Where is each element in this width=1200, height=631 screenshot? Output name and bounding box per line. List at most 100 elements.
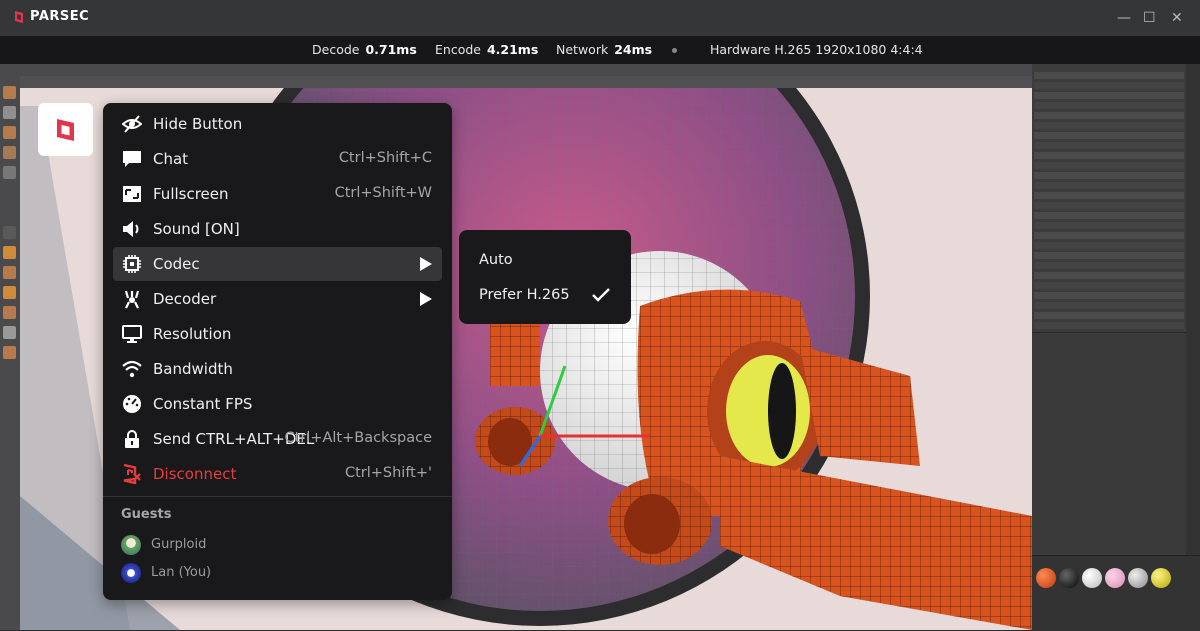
tool-button[interactable] (3, 266, 16, 279)
object-row[interactable] (1034, 102, 1184, 109)
object-row[interactable] (1034, 232, 1184, 239)
material-swatch[interactable] (1105, 568, 1125, 588)
minimize-button[interactable]: — (1117, 10, 1131, 26)
material-swatch[interactable] (1082, 568, 1102, 588)
tool-button[interactable] (3, 346, 16, 359)
close-button[interactable]: ✕ (1171, 10, 1183, 26)
codec-option-label: Prefer H.265 (479, 287, 570, 303)
menu-item-label: Constant FPS (153, 395, 253, 413)
monitor-icon (122, 325, 142, 343)
object-row[interactable] (1034, 112, 1184, 119)
stat-separator-dot (672, 48, 677, 53)
object-row[interactable] (1034, 82, 1184, 89)
avatar (121, 563, 141, 583)
material-swatch[interactable] (1128, 568, 1148, 588)
menu-item-hide-button[interactable]: Hide Button (113, 107, 442, 141)
tool-button[interactable] (3, 306, 16, 319)
object-row[interactable] (1034, 192, 1184, 199)
menu-item-shortcut: Ctrl+Shift+' (344, 465, 432, 481)
object-row[interactable] (1034, 132, 1184, 139)
guest-name: Gurploid (151, 537, 207, 552)
maximize-button[interactable]: ☐ (1143, 10, 1156, 26)
menu-item-shortcut: Ctrl+Alt+Backspace (284, 430, 432, 446)
codec-option-auto[interactable]: Auto (459, 244, 631, 278)
object-row[interactable] (1034, 122, 1184, 129)
tool-button[interactable] (3, 326, 16, 339)
menu-item-constant-fps[interactable]: Constant FPS (113, 387, 442, 421)
menu-item-label: Hide Button (153, 115, 243, 133)
wifi-icon (122, 360, 142, 378)
object-row[interactable] (1034, 182, 1184, 189)
tool-button[interactable] (3, 286, 16, 299)
object-row[interactable] (1034, 72, 1184, 79)
stat-hardware: Hardware H.265 1920x1080 4:4:4 (710, 42, 923, 57)
stat-network: Network 24ms (556, 42, 653, 57)
object-row[interactable] (1034, 252, 1184, 259)
codec-option-label: Auto (479, 252, 513, 268)
menu-item-label: Chat (153, 150, 189, 168)
fullscreen-icon (123, 186, 141, 202)
tool-palette (0, 76, 20, 630)
object-row[interactable] (1034, 302, 1184, 309)
tool-button[interactable] (3, 166, 16, 179)
material-swatch[interactable] (1059, 568, 1079, 588)
menu-item-label: Disconnect (153, 465, 237, 483)
tool-button[interactable] (3, 146, 16, 159)
object-row[interactable] (1034, 322, 1184, 329)
decoder-icon (124, 290, 140, 309)
object-row[interactable] (1034, 262, 1184, 269)
viewport-menu-bar (20, 76, 1032, 88)
menu-item-codec[interactable]: Codec (113, 247, 442, 281)
submenu-arrow-icon (420, 257, 432, 271)
menu-item-disconnect[interactable]: Disconnect Ctrl+Shift+' (113, 457, 442, 491)
menu-divider (103, 496, 452, 497)
object-row[interactable] (1034, 272, 1184, 279)
parsec-title-bar: PARSEC — ☐ ✕ (0, 0, 1200, 36)
object-row[interactable] (1034, 92, 1184, 99)
object-row[interactable] (1034, 142, 1184, 149)
object-row[interactable] (1034, 312, 1184, 319)
guest-item: Lan (You) (121, 563, 421, 585)
object-row[interactable] (1034, 282, 1184, 289)
object-row[interactable] (1034, 212, 1184, 219)
object-row[interactable] (1034, 202, 1184, 209)
submenu-arrow-icon (420, 292, 432, 306)
codec-option-prefer-h265[interactable]: Prefer H.265 (459, 279, 631, 313)
object-row[interactable] (1034, 172, 1184, 179)
tool-button[interactable] (3, 126, 16, 139)
stats-bar: Decode 0.71ms Encode 4.21ms Network 24ms Ha… (0, 36, 1200, 64)
object-row[interactable] (1034, 292, 1184, 299)
menu-item-label: Decoder (153, 290, 217, 308)
app-toolbar (0, 64, 1032, 76)
tool-button[interactable] (3, 106, 16, 119)
menu-item-resolution[interactable]: Resolution (113, 317, 442, 351)
stat-encode: Encode 4.21ms (435, 42, 539, 57)
menu-item-label: Bandwidth (153, 360, 233, 378)
parsec-overlay-menu: Hide Button Chat Ctrl+Shift+C Fullscreen… (103, 103, 452, 600)
lock-icon (125, 430, 139, 448)
menu-item-sound[interactable]: Sound [ON] (113, 212, 442, 246)
tool-button[interactable] (3, 246, 16, 259)
parsec-overlay-button[interactable] (38, 103, 93, 156)
parsec-logo-icon (15, 10, 23, 23)
object-row[interactable] (1034, 162, 1184, 169)
object-row[interactable] (1034, 222, 1184, 229)
menu-item-bandwidth[interactable]: Bandwidth (113, 352, 442, 386)
chat-bubble-icon (123, 151, 141, 167)
menu-item-shortcut: Ctrl+Shift+W (334, 185, 432, 201)
gauge-icon (123, 395, 141, 413)
tool-button[interactable] (3, 86, 16, 99)
side-tabs (1186, 64, 1200, 630)
menu-item-decoder[interactable]: Decoder (113, 282, 442, 316)
menu-item-fullscreen[interactable]: Fullscreen Ctrl+Shift+W (113, 177, 442, 211)
material-swatch[interactable] (1036, 568, 1056, 588)
object-row[interactable] (1034, 242, 1184, 249)
menu-item-label: Resolution (153, 325, 232, 343)
codec-submenu: Auto Prefer H.265 (459, 230, 631, 324)
menu-item-chat[interactable]: Chat Ctrl+Shift+C (113, 142, 442, 176)
material-swatch[interactable] (1151, 568, 1171, 588)
guest-name: Lan (You) (151, 565, 212, 580)
tool-button[interactable] (3, 226, 16, 239)
object-row[interactable] (1034, 152, 1184, 159)
menu-item-send-ctrl-alt-del[interactable]: Send CTRL+ALT+DEL Ctrl+Alt+Backspace (113, 422, 442, 456)
